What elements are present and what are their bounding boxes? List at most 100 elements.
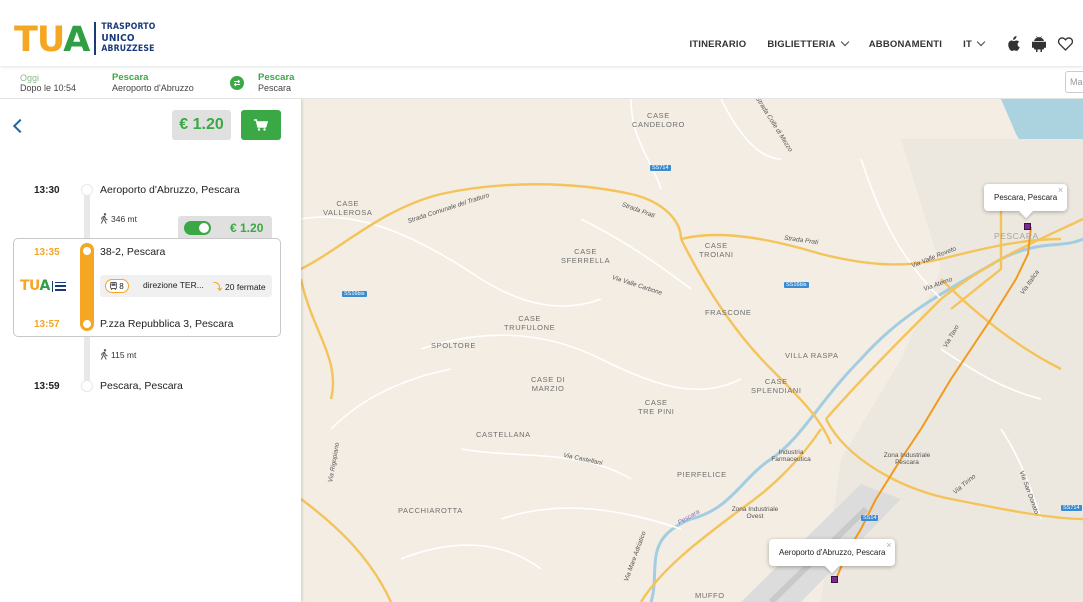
chevron-down-icon [976,37,986,47]
road-shield: SS14 [861,515,879,521]
map-place-label: FRASCONE [705,308,752,317]
timeline-dot [81,184,93,196]
operator-logo-sub [51,280,66,292]
leg-departure-stop: 38-2, Pescara [100,246,166,258]
close-icon[interactable]: × [1058,185,1063,195]
chevron-down-icon [840,37,849,47]
back-chevron-icon[interactable] [12,118,28,134]
add-to-cart-button[interactable] [241,110,281,140]
fare-toggle-switch[interactable] [184,221,211,235]
leg-departure-time: 13:35 [34,247,60,258]
logo-subtitle: TRASPORTO UNICO ABRUZZESE [94,22,155,55]
tua-logo[interactable]: TUA TRASPORTO UNICO ABRUZZESE [14,22,156,58]
walk-distance: 346 mt [100,213,137,224]
leg-start-dot [83,247,91,255]
map-base [301,99,1083,602]
map-place-label: CASE TROIANI [699,241,734,259]
nav-itinerario[interactable]: ITINERARIO [689,39,746,50]
map-search-placeholder: Ma [1070,77,1083,87]
main-nav: ITINERARIO BIGLIETTERIA ABBONAMENTI IT [689,36,1083,52]
map-place-label: CASTELLANA [476,430,531,439]
swap-direction-button[interactable] [230,76,244,90]
road-shield: SS714 [650,165,671,171]
walking-icon [100,349,108,360]
timeline-dot [81,380,93,392]
destination-popup[interactable]: Pescara, Pescara × [984,184,1068,211]
nav-itinerario-label: ITINERARIO [689,38,747,50]
destination-city: Pescara [258,72,295,83]
when-value: Dopo le 10:54 [20,83,77,93]
operator-logo-wordmark: TUA [20,279,50,293]
trip-summary-bar: Oggi Dopo le 10:54 Pescara Aeroporto d'A… [0,66,1083,99]
logo-wordmark: TUA [14,20,90,60]
walk-distance-value: 346 mt [111,213,137,224]
map-place-label: CASE SFERRELLA [561,247,611,265]
map-area-label: Industria Farmaceutica [771,449,811,463]
nav-biglietteria-label: BIGLIETTERIA [767,38,836,50]
road-shield: SS16bis [342,291,367,297]
cart-icon [254,119,268,131]
logo-line-2: UNICO [101,33,135,44]
origin-block[interactable]: Pescara Aeroporto d'Abruzzo [112,72,194,94]
map-area-label: Zona Industriale Ovest [731,506,779,520]
map-place-label: PIERFELICE [677,470,727,479]
origin-popup[interactable]: Aeroporto d'Abruzzo, Pescara × [769,539,896,566]
origin-city: Pescara [112,72,149,83]
step-time: 13:59 [34,381,60,392]
destination-marker[interactable] [1024,223,1031,230]
total-price-value: € 1.20 [179,116,224,133]
bus-direction: direzione TER... [143,280,204,290]
map-place-label: CASE SPLENDIANI [751,377,802,395]
fare-toggle[interactable]: € 1.20 [178,216,272,240]
bus-line-number: 8 [119,281,124,291]
logo-line-3: ABRUZZESE [101,44,155,54]
map-place-label: CASE TRE PINI [638,398,675,416]
map-place-label: CASE TRUFULONE [504,314,556,332]
logo-letters-tu: TU [14,20,64,60]
map-place-label: SPOLTORE [431,341,476,350]
map-area-label: Zona Industriale Pescara [883,452,931,466]
origin-marker[interactable] [831,576,838,583]
leg-arrival-time: 13:57 [34,319,60,330]
map-place-label: VILLA RASPA [785,351,839,360]
step-stop: Pescara, Pescara [100,380,183,392]
nav-biglietteria[interactable]: BIGLIETTERIA [767,37,849,50]
swap-icon [233,79,241,87]
leg-arrival-stop: P.zza Repubblica 3, Pescara [100,318,234,330]
route-map[interactable]: CASE CANDELORO CASE VALLEROSA CASE SFERRELL… [301,99,1083,602]
walking-icon [100,213,108,224]
map-place-label: MUFFO [695,591,725,600]
step-stop: Aeroporto d'Abruzzo, Pescara [100,184,240,196]
map-place-label: CASE VALLEROSA [323,199,373,217]
android-icon[interactable] [1031,36,1047,52]
close-icon[interactable]: × [886,540,891,550]
map-city-label: PESCARA [994,231,1039,241]
nav-abbonamenti[interactable]: ABBONAMENTI [869,39,942,50]
map-search-input[interactable]: Ma [1065,71,1083,93]
destination-place: Pescara [258,83,292,93]
departure-time-block[interactable]: Oggi Dopo le 10:54 [20,73,76,93]
stop-count: ⤵ 20 fermate [213,280,266,293]
apple-icon[interactable] [1005,36,1021,52]
walk-distance-value: 115 mt [111,349,137,360]
heart-icon[interactable] [1057,36,1073,52]
stop-count-value: 20 fermate [225,281,266,292]
map-place-label: CASE DI MARZIO [531,375,566,393]
origin-place: Aeroporto d'Abruzzo [112,83,194,93]
leg-end-dot [83,320,91,328]
nav-abbonamenti-label: ABBONAMENTI [868,38,943,50]
total-price: € 1.20 [172,110,231,140]
walk-distance: 115 mt [100,349,136,360]
language-selector[interactable]: IT [963,37,986,50]
bus-leg-bar [80,243,94,331]
map-place-label: CASE CANDELORO [632,111,685,129]
operator-logo: TUA [20,279,66,293]
bus-line-chip: 8 [105,279,129,293]
operator-logo-letters-tu: TU [20,278,40,294]
road-shield: SS16bis [784,282,809,288]
leg-details[interactable]: 8 direzione TER... ⤵ 20 fermate [100,275,272,297]
map-place-label: PACCHIAROTTA [398,506,463,515]
operator-logo-letter-a: A [39,278,51,294]
destination-block[interactable]: Pescara Pescara [258,72,295,94]
language-label: IT [963,38,972,50]
